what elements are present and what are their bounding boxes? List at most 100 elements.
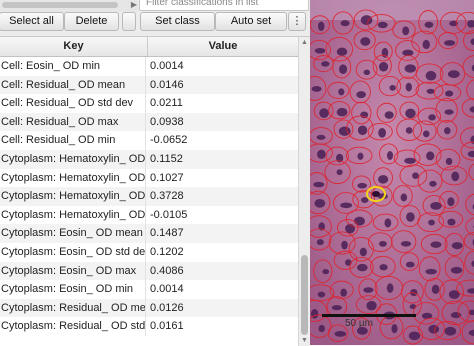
nucleus — [450, 312, 462, 319]
key-cell: Cytoplasm: Eosin_ OD max — [0, 261, 146, 281]
nucleus — [316, 239, 324, 246]
nucleus — [314, 47, 326, 54]
nucleus — [354, 216, 365, 226]
value-cell: -0.0105 — [150, 208, 188, 221]
value-cell: 0.0126 — [150, 301, 184, 314]
key-cell: Cytoplasm: Residual_ OD std dev — [0, 317, 146, 336]
nucleus — [317, 291, 326, 298]
table-row[interactable]: Cytoplasm: Hematoxylin_ OD min -0.0105 — [0, 205, 298, 225]
key-column-header[interactable]: Key — [0, 37, 148, 56]
nucleus — [336, 47, 348, 56]
nucleus — [378, 62, 389, 72]
nucleus — [360, 37, 371, 46]
table-row[interactable]: Cytoplasm: Eosin_ OD min 0.0014 — [0, 280, 298, 299]
nucleus — [406, 212, 415, 222]
nucleus — [360, 111, 369, 119]
scroll-down-arrow-icon[interactable]: ▼ — [301, 337, 308, 344]
key-cell: Cytoplasm: Hematoxylin_ OD max — [0, 187, 146, 206]
value-cell: 0.1487 — [150, 227, 184, 240]
nucleus — [340, 20, 350, 27]
set-class-button[interactable]: Set class — [140, 12, 215, 31]
value-cell: 0.1027 — [150, 171, 184, 184]
value-cell: 0.0938 — [150, 115, 184, 128]
select-all-button[interactable]: Select all — [0, 12, 64, 31]
nucleus — [377, 21, 388, 29]
nucleus — [409, 304, 417, 310]
nucleus — [444, 40, 456, 46]
auto-set-button[interactable]: Auto set — [215, 12, 287, 31]
scroll-thumb[interactable] — [301, 255, 308, 335]
nucleus — [341, 240, 348, 250]
table-row[interactable]: Cell: Residual_ OD std dev 0.0211 — [0, 94, 298, 113]
toolbar: ▶ Filter classifications in list Select … — [0, 0, 310, 36]
kebab-menu-icon[interactable]: ⋮ — [288, 12, 306, 31]
image-viewer[interactable]: 50 µm — [310, 0, 474, 345]
nucleus — [450, 266, 463, 274]
nucleus — [357, 152, 364, 160]
filter-classifications-input[interactable]: Filter classifications in list — [139, 0, 309, 11]
table-row[interactable]: Cytoplasm: Hematoxylin_ OD max 0.3728 — [0, 187, 298, 206]
scroll-right-arrow-icon[interactable]: ▶ — [131, 0, 137, 9]
nucleus — [316, 134, 326, 140]
nucleus — [345, 223, 356, 234]
nucleus — [384, 111, 394, 119]
nucleus — [447, 197, 455, 207]
nucleus — [321, 61, 330, 67]
nucleus — [428, 114, 436, 121]
nucleus — [430, 241, 442, 248]
table-row[interactable]: Cytoplasm: Hematoxylin_ OD std dev 0.1027 — [0, 168, 298, 188]
value-cell: 0.0211 — [150, 97, 183, 110]
table-row[interactable]: Cell: Eosin_ OD min 0.0014 — [0, 57, 298, 76]
nucleus — [356, 91, 366, 99]
nucleus — [425, 268, 437, 275]
table-row[interactable]: Cell: Residual_ OD mean 0.0146 — [0, 75, 298, 95]
nucleus — [366, 300, 377, 311]
key-cell: Cell: Residual_ OD std dev — [0, 94, 146, 113]
value-column-header[interactable]: Value — [148, 37, 298, 56]
histology-image — [310, 0, 474, 345]
table-row[interactable]: Cell: Residual_ OD max 0.0938 — [0, 112, 298, 132]
table-row[interactable]: Cytoplasm: Hematoxylin_ OD mean 0.1152 — [0, 149, 298, 169]
table-row[interactable]: Cytoplasm: Eosin_ OD mean 0.1487 — [0, 224, 298, 243]
nucleus — [345, 259, 352, 266]
scale-bar — [322, 314, 416, 317]
vertical-scrollbar[interactable]: ▲ ▼ — [298, 37, 310, 346]
nucleus — [357, 125, 368, 136]
measurements-table: Key Value Cell: Eosin_ OD min 0.0014 Cell… — [0, 36, 310, 346]
nucleus — [379, 264, 388, 271]
nucleus — [334, 331, 347, 337]
key-cell: Cytoplasm: Hematoxylin_ OD mean — [0, 149, 146, 169]
delete-button[interactable]: Delete — [64, 12, 119, 31]
nucleus — [363, 69, 371, 75]
value-cell: 0.1152 — [150, 152, 183, 165]
table-header: Key Value — [0, 37, 298, 57]
value-cell: 0.4086 — [150, 264, 184, 277]
scroll-thumb[interactable] — [2, 2, 118, 8]
table-row[interactable]: Cytoplasm: Residual_ OD mean 0.0126 — [0, 298, 298, 318]
nucleus — [384, 218, 392, 228]
value-cell: 0.0146 — [150, 78, 184, 91]
class-list-menu-button[interactable] — [122, 12, 136, 31]
nucleus — [317, 21, 325, 31]
nucleus — [357, 182, 368, 189]
table-row[interactable]: Cytoplasm: Eosin_ OD max 0.4086 — [0, 261, 298, 281]
value-cell: 0.1202 — [150, 245, 184, 258]
value-cell: -0.0652 — [150, 134, 188, 147]
horizontal-scrollbar[interactable]: ▶ — [0, 0, 138, 12]
nucleus — [386, 151, 394, 160]
table-row[interactable]: Cell: Residual_ OD min -0.0652 — [0, 131, 298, 150]
nucleus — [425, 70, 437, 81]
table-row[interactable]: Cytoplasm: Eosin_ OD std dev 0.1202 — [0, 242, 298, 262]
nucleus — [378, 175, 389, 184]
nucleus — [445, 90, 454, 97]
nucleus — [319, 108, 329, 119]
scroll-up-arrow-icon[interactable]: ▲ — [301, 39, 308, 46]
nucleus — [451, 171, 460, 182]
table-row[interactable]: Cytoplasm: Residual_ OD std dev 0.0161 — [0, 317, 298, 336]
nucleus — [357, 263, 368, 272]
nucleus — [378, 127, 387, 138]
nucleus — [400, 240, 412, 247]
nucleus — [408, 331, 421, 341]
nucleus — [317, 149, 326, 159]
nucleus — [405, 127, 413, 134]
